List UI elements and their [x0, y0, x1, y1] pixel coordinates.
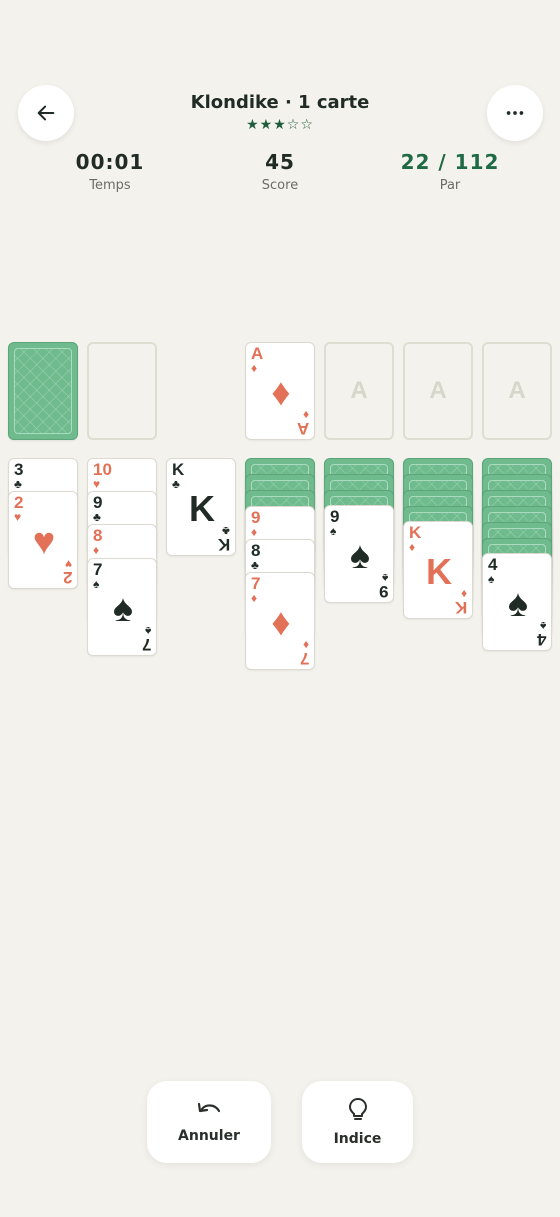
heart-icon: ♥ [32, 521, 56, 563]
more-dots-icon [506, 111, 524, 115]
diamond-icon: ♦ [271, 372, 291, 414]
card-rank-bottom: 7 [141, 635, 151, 654]
tableau-card[interactable]: 2 ♥ ♥ ♥ 2 [8, 491, 78, 589]
king-face: K [189, 488, 215, 529]
stars-empty: ☆☆ [286, 117, 314, 133]
spade-icon: ♠ [112, 588, 134, 630]
time-label: Temps [89, 178, 131, 193]
stars-filled: ★★★ [246, 117, 287, 133]
card-rank-bottom: 9 [378, 582, 388, 601]
par-label: Par [439, 178, 461, 193]
card-rank-bottom: K [454, 598, 467, 617]
par-value: 22 / 112 [400, 150, 500, 174]
stat-score: 45 Score [210, 150, 350, 193]
more-options-button[interactable] [487, 85, 543, 141]
foundation-4-slot[interactable]: A [482, 342, 552, 440]
score-value: 45 [265, 150, 295, 174]
diamond-icon: ♦ [271, 602, 291, 644]
card-suit: ♥ [93, 477, 101, 491]
card-suit: ♣ [251, 558, 259, 572]
tableau-card[interactable]: 7 ♦ ♦ ♦ 7 [245, 572, 315, 670]
tableau-card[interactable]: K ♦ K ♦ K [403, 521, 473, 619]
card-rank-bottom: K [217, 535, 230, 554]
tableau-card[interactable]: 4 ♠ ♠ ♠ 4 [482, 553, 552, 651]
card-suit: ♣ [93, 510, 101, 524]
difficulty-stars: ★★★☆☆ [0, 117, 560, 133]
lightbulb-icon [348, 1098, 367, 1120]
stat-time: 00:01 Temps [40, 150, 180, 193]
card-suit: ♦ [251, 525, 258, 539]
card-rank-bottom: 7 [299, 649, 309, 668]
foundation-1-card[interactable]: A ♦ ♦ ♦ A [245, 342, 315, 440]
score-label: Score [261, 178, 299, 193]
foundation-2-slot[interactable]: A [324, 342, 394, 440]
foundation-3-slot[interactable]: A [403, 342, 473, 440]
card-rank-bottom: 4 [536, 630, 546, 649]
game-title: Klondike · 1 carte [190, 92, 370, 113]
tableau-card[interactable]: 7 ♠ ♠ ♠ 7 [87, 558, 157, 656]
spade-icon: ♠ [349, 535, 371, 577]
tableau-card[interactable]: 9 ♠ ♠ ♠ 9 [324, 505, 394, 603]
undo-button[interactable]: Annuler [147, 1081, 271, 1163]
card-rank-bottom: A [296, 419, 309, 438]
stock-pile[interactable] [8, 342, 78, 440]
card-rank-bottom: 2 [62, 568, 72, 587]
hint-button[interactable]: Indice [302, 1081, 413, 1163]
king-face: K [426, 551, 452, 592]
card-suit: ♣ [14, 477, 22, 491]
stat-par: 22 / 112 Par [380, 150, 520, 193]
time-value: 00:01 [75, 150, 145, 174]
undo-icon [197, 1102, 221, 1113]
undo-label: Annuler [178, 1128, 240, 1144]
hint-label: Indice [333, 1131, 382, 1147]
spade-icon: ♠ [507, 583, 529, 625]
card-suit: ♦ [93, 543, 100, 557]
tableau-card[interactable]: K ♣ K ♣ K [166, 458, 236, 556]
waste-pile-empty[interactable] [87, 342, 157, 440]
